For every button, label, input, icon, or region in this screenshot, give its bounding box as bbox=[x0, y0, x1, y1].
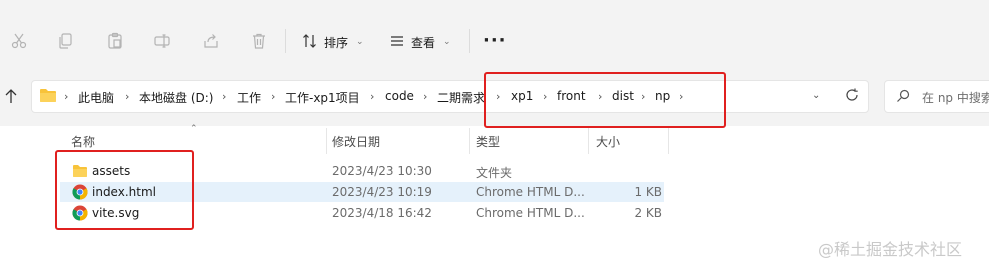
more-options-button[interactable]: ··· bbox=[483, 32, 507, 50]
breadcrumb-separator: › bbox=[64, 90, 69, 103]
breadcrumb-item[interactable]: 工作 bbox=[237, 89, 261, 106]
column-header-name[interactable]: 名称 bbox=[71, 133, 95, 150]
search-icon bbox=[896, 89, 910, 103]
file-modified: 2023/4/18 16:42 bbox=[332, 206, 432, 220]
sort-label: 排序 bbox=[324, 35, 349, 50]
breadcrumb-separator: › bbox=[125, 90, 130, 103]
sort-ascending-caret-icon: ⌃ bbox=[190, 124, 198, 134]
breadcrumb-item[interactable]: 二期需求 bbox=[437, 89, 485, 106]
breadcrumb-item[interactable]: 此电脑 bbox=[78, 89, 114, 106]
copy-icon[interactable] bbox=[56, 31, 76, 51]
highlight-box-path bbox=[484, 72, 726, 128]
column-divider[interactable] bbox=[668, 128, 669, 154]
watermark: @稀土掘金技术社区 bbox=[818, 240, 963, 259]
column-divider[interactable] bbox=[588, 128, 589, 154]
breadcrumb-separator: › bbox=[271, 90, 276, 103]
file-size: 1 KB bbox=[634, 185, 662, 199]
column-divider[interactable] bbox=[469, 128, 470, 154]
search-placeholder: 在 np 中搜索 bbox=[922, 91, 989, 105]
rename-icon[interactable] bbox=[152, 31, 172, 51]
up-arrow-icon[interactable] bbox=[4, 88, 18, 104]
chevron-down-icon: ⌄ bbox=[443, 37, 451, 47]
file-size: 2 KB bbox=[634, 206, 662, 220]
column-header-size[interactable]: 大小 bbox=[596, 133, 620, 150]
share-icon[interactable] bbox=[201, 31, 221, 51]
breadcrumb-separator: › bbox=[370, 90, 375, 103]
delete-icon[interactable] bbox=[249, 31, 269, 51]
refresh-icon[interactable] bbox=[845, 88, 859, 102]
view-label: 查看 bbox=[411, 35, 436, 50]
toolbar-divider bbox=[285, 29, 286, 53]
breadcrumb-separator: › bbox=[222, 90, 227, 103]
breadcrumb-item[interactable]: 本地磁盘 (D:) bbox=[139, 89, 213, 106]
column-header-modified[interactable]: 修改日期 bbox=[332, 133, 380, 150]
paste-icon[interactable] bbox=[105, 31, 125, 51]
sort-button[interactable]: 排序 ⌄ bbox=[302, 30, 364, 54]
folder-icon bbox=[39, 88, 57, 103]
toolbar-divider bbox=[469, 29, 470, 53]
command-bar: 排序 ⌄ 查看 ⌄ ··· bbox=[0, 0, 989, 70]
view-button[interactable]: 查看 ⌄ bbox=[389, 30, 451, 54]
address-history-chevron-icon[interactable]: ⌄ bbox=[812, 90, 820, 101]
file-modified: 2023/4/23 10:19 bbox=[332, 185, 432, 199]
sort-icon bbox=[302, 33, 318, 52]
column-divider[interactable] bbox=[326, 128, 327, 154]
file-type: Chrome HTML D... bbox=[476, 185, 585, 199]
file-modified: 2023/4/23 10:30 bbox=[332, 164, 432, 178]
breadcrumb-item[interactable]: 工作-xp1项目 bbox=[285, 89, 360, 106]
file-type: 文件夹 bbox=[476, 166, 513, 180]
highlight-box-files bbox=[55, 150, 194, 230]
column-header-type[interactable]: 类型 bbox=[476, 133, 500, 150]
breadcrumb-item[interactable]: code bbox=[385, 89, 414, 103]
view-icon bbox=[389, 33, 405, 52]
chevron-down-icon: ⌄ bbox=[356, 37, 364, 47]
cut-icon[interactable] bbox=[9, 31, 29, 51]
breadcrumb-separator: › bbox=[423, 90, 428, 103]
file-type: Chrome HTML D... bbox=[476, 206, 585, 220]
